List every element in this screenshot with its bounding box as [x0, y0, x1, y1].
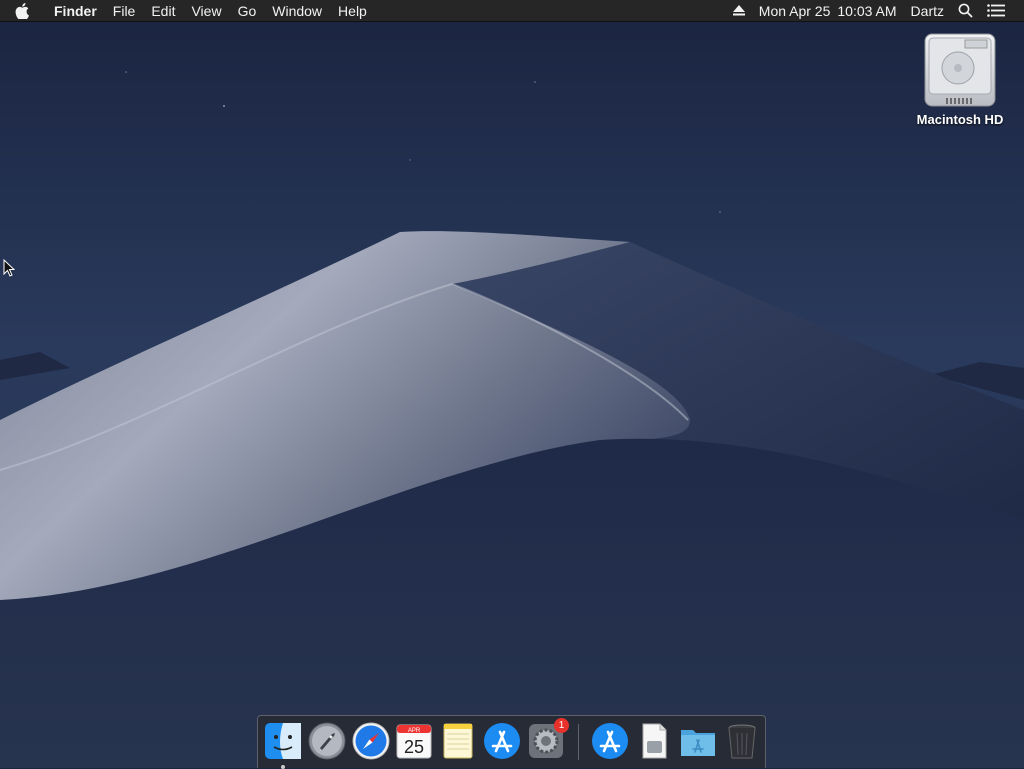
- list-icon[interactable]: [980, 0, 1012, 22]
- dock-app-store-downloads[interactable]: [590, 721, 630, 761]
- drive-label: Macintosh HD: [916, 112, 1004, 127]
- dock-calendar[interactable]: APR 25: [394, 721, 434, 761]
- finder-icon: [265, 723, 301, 759]
- notification-badge: 1: [554, 718, 569, 733]
- calendar-icon: APR 25: [396, 724, 432, 759]
- menu-edit[interactable]: Edit: [143, 0, 183, 22]
- app-store-icon: [592, 723, 628, 759]
- pointer-cursor-icon: [3, 259, 15, 277]
- rocket-icon: [308, 722, 346, 760]
- trash-icon: [728, 724, 756, 759]
- clock-date[interactable]: Mon Apr 25: [752, 0, 838, 22]
- dock-app-store[interactable]: [482, 721, 522, 761]
- calendar-day: 25: [404, 737, 424, 757]
- menu-bar: Finder File Edit View Go Window Help Mon…: [0, 0, 1024, 22]
- menu-window[interactable]: Window: [264, 0, 330, 22]
- apple-menu-icon[interactable]: [0, 0, 44, 22]
- hard-drive-icon: [924, 33, 996, 107]
- eject-icon[interactable]: [726, 0, 752, 22]
- calendar-month: APR: [408, 728, 421, 734]
- dock-launchpad[interactable]: [307, 721, 347, 761]
- folder-icon: [681, 730, 715, 756]
- dock-document[interactable]: [634, 721, 674, 761]
- desktop-drive[interactable]: Macintosh HD: [906, 30, 1014, 127]
- compass-icon: [352, 722, 390, 760]
- app-store-icon: [484, 723, 520, 759]
- dock: APR 25 1: [257, 715, 766, 769]
- dock-system-preferences[interactable]: 1: [526, 718, 569, 761]
- search-icon[interactable]: [951, 0, 980, 22]
- dock-separator: [578, 724, 579, 760]
- menu-file[interactable]: File: [105, 0, 144, 22]
- menu-view[interactable]: View: [183, 0, 229, 22]
- dock-applications-folder[interactable]: [678, 721, 718, 761]
- clock-time[interactable]: 10:03 AM: [837, 0, 903, 22]
- dock-notes[interactable]: [438, 721, 478, 761]
- dock-finder[interactable]: [263, 721, 303, 769]
- menu-help[interactable]: Help: [330, 0, 375, 22]
- dock-safari[interactable]: [351, 721, 391, 761]
- desktop-wallpaper: [0, 0, 1024, 768]
- document-icon: [642, 723, 667, 759]
- dock-trash[interactable]: [722, 721, 762, 761]
- running-indicator: [281, 765, 285, 769]
- user-menu[interactable]: Dartz: [904, 0, 951, 22]
- menu-app-name[interactable]: Finder: [44, 0, 105, 22]
- menu-go[interactable]: Go: [230, 0, 265, 22]
- notes-icon: [443, 723, 473, 759]
